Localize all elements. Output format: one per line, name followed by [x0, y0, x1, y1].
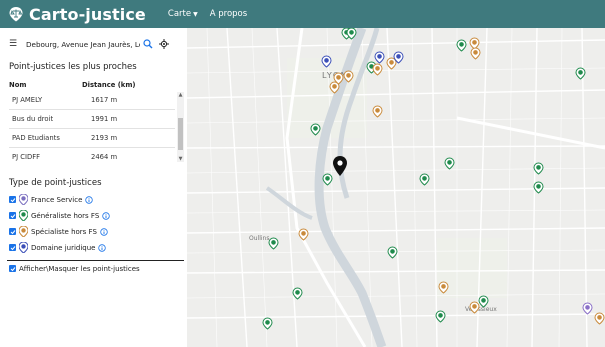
info-icon[interactable] [102, 211, 110, 220]
toggle-all-points[interactable]: Afficher\Masquer les point-justices [9, 263, 140, 274]
nearest-table-header: Nom Distance (km) [9, 81, 175, 89]
point-justice-pin-icon[interactable] [374, 51, 385, 64]
scroll-down-icon[interactable]: ▼ [177, 156, 184, 162]
section-divider [7, 260, 184, 261]
point-justice-pin-icon[interactable] [372, 105, 383, 118]
geolocate-icon[interactable] [156, 37, 172, 51]
address-search-bar: ☰ [6, 36, 184, 52]
top-navigation-bar: Carto-justice Carte ▼ A propos [0, 0, 605, 28]
row-distance: 2464 m [91, 153, 118, 161]
point-justice-pin-icon[interactable] [594, 312, 605, 325]
table-row[interactable]: PJ AMELY 1617 m [9, 90, 175, 109]
checkbox-checked-icon[interactable] [9, 265, 16, 272]
row-distance: 2193 m [91, 134, 118, 142]
scales-logo-icon [9, 7, 23, 22]
row-distance: 1617 m [91, 95, 118, 104]
map-canvas[interactable]: LYON Oullins Vénissieux [187, 28, 605, 347]
info-icon[interactable] [98, 243, 107, 252]
point-justice-pin-icon[interactable] [444, 157, 455, 170]
filter-label: Généraliste hors FS [31, 211, 100, 220]
point-justice-pin-icon[interactable] [470, 47, 481, 60]
point-justice-pin-icon[interactable] [419, 173, 430, 186]
location-marker-icon[interactable] [333, 156, 347, 176]
filter-domaine-juridique[interactable]: Domaine juridique [9, 242, 107, 253]
generaliste-pin-icon [19, 210, 28, 221]
nearest-table-body: PJ AMELY 1617 m Bus du droit 1991 m PAD … [9, 90, 175, 166]
table-row[interactable]: PJ CIDFF 2464 m [9, 147, 175, 166]
filter-specialiste[interactable]: Spécialiste hors FS [9, 226, 108, 237]
row-distance: 1991 m [91, 115, 118, 123]
point-justice-pin-icon[interactable] [387, 246, 398, 259]
point-justice-pin-icon[interactable] [298, 228, 309, 241]
table-row[interactable]: Bus du droit 1991 m [9, 109, 175, 128]
nav-a-propos-link[interactable]: A propos [210, 9, 247, 19]
row-name: PJ AMELY [12, 95, 43, 104]
address-search-input[interactable] [20, 37, 140, 51]
app-title[interactable]: Carto-justice [29, 5, 146, 24]
row-name: PJ CIDFF [12, 153, 41, 161]
filter-generaliste[interactable]: Généraliste hors FS [9, 210, 110, 221]
scroll-thumb[interactable] [178, 118, 183, 150]
point-justice-pin-icon[interactable] [435, 310, 446, 323]
chevron-down-icon: ▼ [193, 10, 198, 18]
point-justice-pin-icon[interactable] [582, 302, 593, 315]
table-scrollbar[interactable]: ▲ ▼ [177, 92, 184, 162]
info-icon[interactable] [100, 227, 108, 236]
point-justice-pin-icon[interactable] [268, 237, 279, 250]
scroll-up-icon[interactable]: ▲ [177, 92, 184, 98]
checkbox-checked-icon[interactable] [9, 212, 16, 219]
france-service-pin-icon [19, 194, 28, 205]
row-name: Bus du droit [12, 115, 54, 123]
point-justice-pin-icon[interactable] [533, 181, 544, 194]
map-background: LYON Oullins Vénissieux [187, 28, 605, 347]
row-name: PAD Etudiants [12, 134, 60, 142]
menu-icon[interactable]: ☰ [6, 37, 20, 51]
checkbox-checked-icon[interactable] [9, 228, 16, 235]
nearest-section-title: Point-justices les plus proches [9, 62, 137, 72]
filter-label: Spécialiste hors FS [31, 227, 97, 236]
filter-france-service[interactable]: France Service [9, 194, 94, 205]
nav-a-propos-label: A propos [209, 9, 248, 19]
checkbox-checked-icon[interactable] [9, 196, 16, 203]
search-icon[interactable] [140, 37, 156, 51]
table-row[interactable]: PAD Etudiants 2193 m [9, 128, 175, 147]
column-header-distance: Distance (km) [82, 81, 136, 89]
domaine-juridique-pin-icon [19, 242, 28, 253]
main-nav: Carte ▼ A propos [168, 9, 247, 19]
point-justice-pin-icon[interactable] [469, 37, 480, 50]
nav-carte-dropdown[interactable]: Carte ▼ [168, 9, 198, 19]
nearest-table: PJ AMELY 1617 m Bus du droit 1991 m PAD … [9, 90, 183, 174]
checkbox-checked-icon[interactable] [9, 244, 16, 251]
map-label-oullins: Oullins [249, 235, 269, 242]
point-justice-pin-icon[interactable] [575, 67, 586, 80]
types-section-title: Type de point-justices [9, 178, 102, 188]
filter-label: Domaine juridique [31, 243, 96, 252]
point-justice-pin-icon[interactable] [322, 173, 333, 186]
info-icon[interactable] [85, 195, 94, 204]
filter-label: France Service [31, 195, 83, 204]
point-justice-pin-icon[interactable] [262, 317, 273, 330]
specialiste-pin-icon [19, 226, 28, 237]
point-justice-pin-icon[interactable] [456, 39, 467, 52]
point-justice-pin-icon[interactable] [372, 63, 383, 76]
nav-carte-label: Carte [167, 9, 192, 19]
side-panel: ☰ Point-justices les plus proches Nom Di… [0, 28, 187, 347]
toggle-all-label: Afficher\Masquer les point-justices [19, 264, 140, 273]
column-header-name: Nom [9, 81, 27, 89]
